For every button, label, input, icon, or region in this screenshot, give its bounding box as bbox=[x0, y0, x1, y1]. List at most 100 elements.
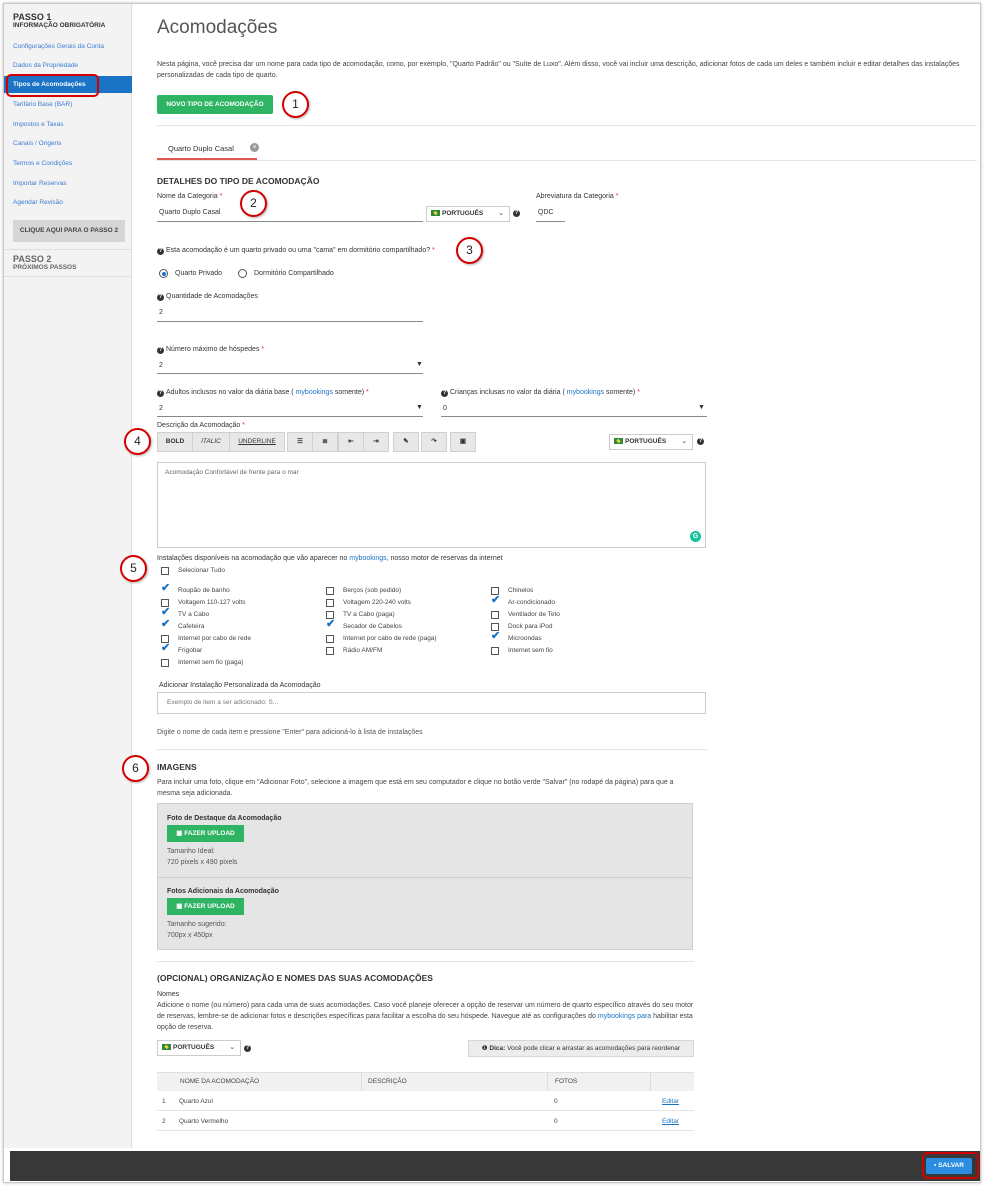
amenity-item[interactable]: ✔ Ar-condicionado bbox=[491, 595, 555, 608]
upload-featured-button[interactable]: ▣ FAZER UPLOAD bbox=[167, 825, 244, 842]
amenity-item[interactable]: ✔ Roupão de banho bbox=[161, 583, 230, 596]
sidebar-item-terms[interactable]: Termos e Condições bbox=[4, 155, 132, 172]
bullet-list-icon[interactable]: ≣ bbox=[312, 432, 338, 452]
amenity-item[interactable]: ✔ Cafeteira bbox=[161, 619, 204, 632]
amenity-label: Secador de Cabelos bbox=[343, 623, 402, 630]
dropdown-arrow-icon: ▼ bbox=[698, 404, 705, 411]
radio-shared-dorm[interactable] bbox=[238, 269, 247, 278]
pencil-icon[interactable]: ✎ bbox=[393, 432, 419, 452]
checkmark-icon[interactable]: ✔ bbox=[491, 631, 500, 642]
sidebar-item-channels[interactable]: Canais / Origens bbox=[4, 135, 132, 152]
sidebar-item-account-settings[interactable]: Configurações Gerais da Conta bbox=[4, 38, 132, 55]
amenity-item[interactable]: ✔ Microondas bbox=[491, 631, 542, 644]
checkbox[interactable] bbox=[326, 647, 334, 655]
input-underline bbox=[157, 221, 423, 222]
go-to-step2-button[interactable]: CLIQUE AQUI PARA O PASSO 2 bbox=[13, 220, 125, 242]
sidebar-item-schedule-review[interactable]: Agendar Revisão bbox=[4, 194, 132, 211]
align-left-icon[interactable]: ☰ bbox=[287, 432, 313, 452]
chevron-down-icon: ⌄ bbox=[229, 1044, 235, 1051]
checkbox[interactable] bbox=[491, 647, 499, 655]
help-icon[interactable]: ? bbox=[157, 347, 164, 354]
help-icon[interactable]: ? bbox=[157, 248, 164, 255]
private-room-question: Esta acomodação é um quarto privado ou u… bbox=[166, 247, 435, 254]
checkbox[interactable] bbox=[491, 611, 499, 619]
checkmark-icon[interactable]: ✔ bbox=[161, 583, 170, 594]
amenity-item[interactable]: Internet sem fio (paga) bbox=[161, 658, 243, 668]
amenity-item[interactable]: ✔ Frigobar bbox=[161, 643, 203, 656]
select-all-checkbox[interactable]: Selecionar Tudo bbox=[161, 566, 225, 576]
sidebar-item-base-rate[interactable]: Tarifário Base (BAR) bbox=[4, 96, 132, 113]
adults-select[interactable]: 2 bbox=[159, 405, 163, 412]
checkbox[interactable] bbox=[326, 635, 334, 643]
checkmark-icon[interactable]: ✔ bbox=[161, 643, 170, 654]
amenity-item[interactable]: TV a Cabo (paga) bbox=[326, 610, 395, 620]
chevron-down-icon: ⌄ bbox=[681, 438, 687, 445]
column-header-description: DESCRIÇÃO bbox=[368, 1078, 407, 1085]
children-select[interactable]: 0 bbox=[443, 405, 447, 412]
sidebar-item-import-bookings[interactable]: Importar Reservas bbox=[4, 175, 132, 192]
highlight-box bbox=[922, 1152, 979, 1179]
images-section-title: IMAGENS bbox=[157, 762, 197, 772]
max-guests-select[interactable]: 2 bbox=[159, 362, 163, 369]
indent-icon[interactable]: ⇥ bbox=[363, 432, 389, 452]
callout-3: 3 bbox=[456, 237, 483, 264]
tab-room-type[interactable]: Quarto Duplo Casal bbox=[157, 139, 257, 160]
edit-room-link[interactable]: Editar bbox=[662, 1098, 679, 1105]
help-icon[interactable]: ? bbox=[697, 438, 704, 445]
help-icon[interactable]: ? bbox=[157, 294, 164, 301]
amenity-label: Frigobar bbox=[178, 647, 203, 654]
checkmark-icon[interactable]: ✔ bbox=[326, 619, 335, 630]
edit-room-link[interactable]: Editar bbox=[662, 1118, 679, 1125]
description-language-select[interactable]: PORTUGUÊS ⌄ bbox=[609, 434, 693, 450]
help-icon[interactable]: ? bbox=[157, 390, 164, 397]
amenity-label: Voltagem 220-240 volts bbox=[343, 599, 411, 606]
abbrev-input[interactable]: QDC bbox=[538, 209, 554, 216]
amenity-item[interactable]: Rádio AM/FM bbox=[326, 646, 382, 656]
new-room-type-button[interactable]: NOVO TIPO DE ACOMODAÇÃO bbox=[157, 95, 273, 114]
amenity-label: Internet sem fio bbox=[508, 647, 553, 654]
step1-title: PASSO 1 bbox=[13, 12, 52, 22]
close-tab-icon[interactable]: × bbox=[250, 143, 259, 152]
quantity-input[interactable]: 2 bbox=[159, 309, 163, 316]
names-language-select[interactable]: PORTUGUÊS ⌄ bbox=[157, 1040, 241, 1056]
sidebar-item-property-data[interactable]: Dados da Propriedade bbox=[4, 57, 132, 74]
amenity-item[interactable]: Internet por cabo de rede (paga) bbox=[326, 634, 437, 644]
amenity-item[interactable]: Internet por cabo de rede bbox=[161, 634, 251, 644]
radio-private-room[interactable] bbox=[159, 269, 168, 278]
language-select[interactable]: PORTUGUÊS ⌄ bbox=[426, 206, 510, 222]
checkbox[interactable] bbox=[326, 587, 334, 595]
checkbox[interactable] bbox=[161, 659, 169, 667]
description-textarea[interactable]: Acomodação Confortável de frente para o … bbox=[157, 462, 706, 548]
amenity-label: Chinelos bbox=[508, 587, 534, 594]
help-icon[interactable]: ? bbox=[441, 390, 448, 397]
checkmark-icon[interactable]: ✔ bbox=[491, 595, 500, 606]
amenity-item[interactable]: ✔ Secador de Cabelos bbox=[326, 619, 402, 632]
help-icon[interactable]: ? bbox=[244, 1045, 251, 1052]
column-header-photos: FOTOS bbox=[555, 1078, 578, 1085]
amenity-item[interactable]: Berços (sob pedido) bbox=[326, 586, 401, 596]
checkbox[interactable] bbox=[161, 567, 169, 575]
amenity-item[interactable]: Ventilador de Teto bbox=[491, 610, 560, 620]
custom-amenity-input[interactable]: Exemplo de item a ser adicionado: S... bbox=[157, 692, 706, 714]
upload-additional-button[interactable]: ▣ FAZER UPLOAD bbox=[167, 898, 244, 915]
grammarly-icon[interactable]: G bbox=[690, 531, 701, 542]
checkmark-icon[interactable]: ✔ bbox=[161, 619, 170, 630]
additional-photos-label: Fotos Adicionais da Acomodação bbox=[167, 888, 279, 895]
checkbox[interactable] bbox=[326, 599, 334, 607]
outdent-icon[interactable]: ⇤ bbox=[338, 432, 364, 452]
bold-button[interactable]: BOLD bbox=[157, 432, 193, 452]
abbrev-label: Abreviatura da Categoria * bbox=[536, 193, 619, 200]
help-icon[interactable]: ? bbox=[513, 210, 520, 217]
amenity-item[interactable]: Internet sem fio bbox=[491, 646, 553, 656]
underline-button[interactable]: UNDERLINE bbox=[229, 432, 285, 452]
sidebar-item-taxes[interactable]: Impostos e Taxas bbox=[4, 116, 132, 133]
amenity-item[interactable]: Voltagem 220-240 volts bbox=[326, 598, 411, 608]
input-underline bbox=[157, 321, 423, 322]
redo-icon[interactable]: ↷ bbox=[421, 432, 447, 452]
amenity-item[interactable]: Voltagem 110-127 volts bbox=[161, 598, 245, 608]
input-underline bbox=[536, 221, 565, 222]
category-name-input[interactable]: Quarto Duplo Casal bbox=[159, 209, 220, 216]
checkmark-icon[interactable]: ✔ bbox=[161, 607, 170, 618]
image-icon[interactable]: ▣ bbox=[450, 432, 476, 452]
italic-button[interactable]: ITALIC bbox=[192, 432, 230, 452]
